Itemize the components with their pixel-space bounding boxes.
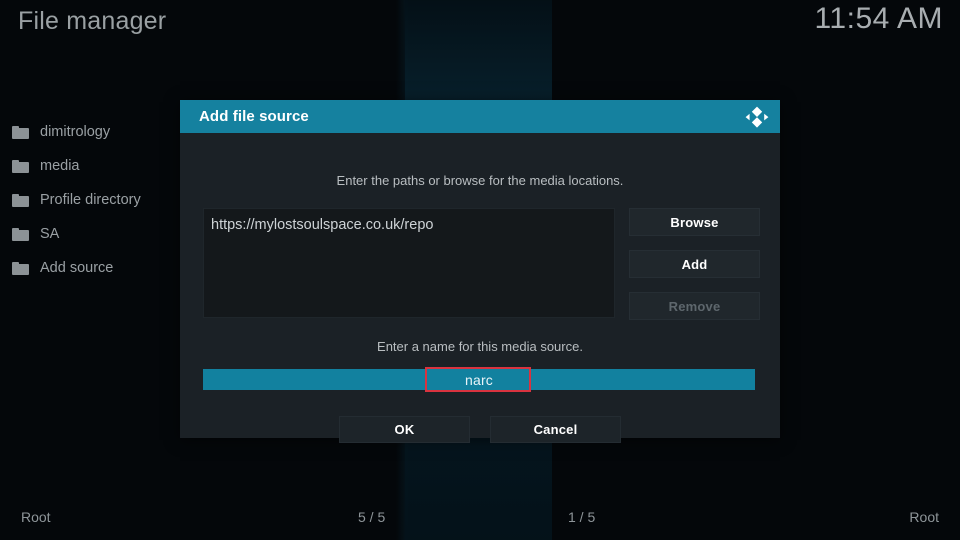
list-item-label: Add source (40, 260, 114, 276)
name-hint: Enter a name for this media source. (377, 339, 583, 354)
dialog-title: Add file source (199, 108, 309, 125)
dialog-body: Enter the paths or browse for the media … (180, 133, 780, 443)
top-bar: File manager 11:54 AM (0, 0, 960, 48)
dialog-header: Add file source (180, 100, 780, 133)
path-action-buttons: Browse Add Remove (629, 208, 760, 334)
list-item-label: SA (40, 226, 60, 242)
right-pane-path-label: Root (909, 509, 939, 525)
left-pane-count: 5 / 5 (358, 509, 386, 525)
list-item[interactable]: Profile directory (0, 183, 200, 217)
paths-hint: Enter the paths or browse for the media … (336, 173, 624, 188)
status-bar: Root 5 / 5 1 / 5 Root (0, 498, 960, 540)
kodi-file-manager-screen: File manager 11:54 AM dimitrology media … (0, 0, 960, 540)
folder-icon (12, 227, 29, 241)
list-item-label: media (40, 158, 80, 174)
page-title: File manager (18, 7, 167, 35)
folder-icon (12, 193, 29, 207)
cancel-button[interactable]: Cancel (490, 416, 621, 443)
add-button[interactable]: Add (629, 250, 760, 278)
path-list-item[interactable]: https://mylostsoulspace.co.uk/repo (204, 209, 614, 233)
source-name-input[interactable]: narc (203, 369, 755, 390)
source-name-value: narc (464, 371, 494, 388)
path-list[interactable]: https://mylostsoulspace.co.uk/repo (203, 208, 615, 318)
ok-button[interactable]: OK (339, 416, 470, 443)
clock-label: 11:54 AM (814, 2, 943, 35)
list-item-label: dimitrology (40, 124, 111, 140)
folder-icon (12, 159, 29, 173)
list-item-label: Profile directory (40, 192, 141, 208)
add-file-source-dialog: Add file source Enter the paths or brows… (180, 100, 780, 443)
dialog-footer-buttons: OK Cancel (180, 416, 780, 443)
remove-button: Remove (629, 292, 760, 320)
folder-icon (12, 125, 29, 139)
file-list-left: dimitrology media Profile directory SA A… (0, 115, 200, 285)
list-item[interactable]: SA (0, 217, 200, 251)
right-pane-count: 1 / 5 (568, 509, 596, 525)
list-item-add-source[interactable]: Add source (0, 251, 200, 285)
list-item[interactable]: media (0, 149, 200, 183)
kodi-logo-icon (745, 105, 769, 129)
browse-button[interactable]: Browse (629, 208, 760, 236)
list-item[interactable]: dimitrology (0, 115, 200, 149)
folder-icon (12, 261, 29, 275)
left-pane-path-label: Root (21, 509, 51, 525)
